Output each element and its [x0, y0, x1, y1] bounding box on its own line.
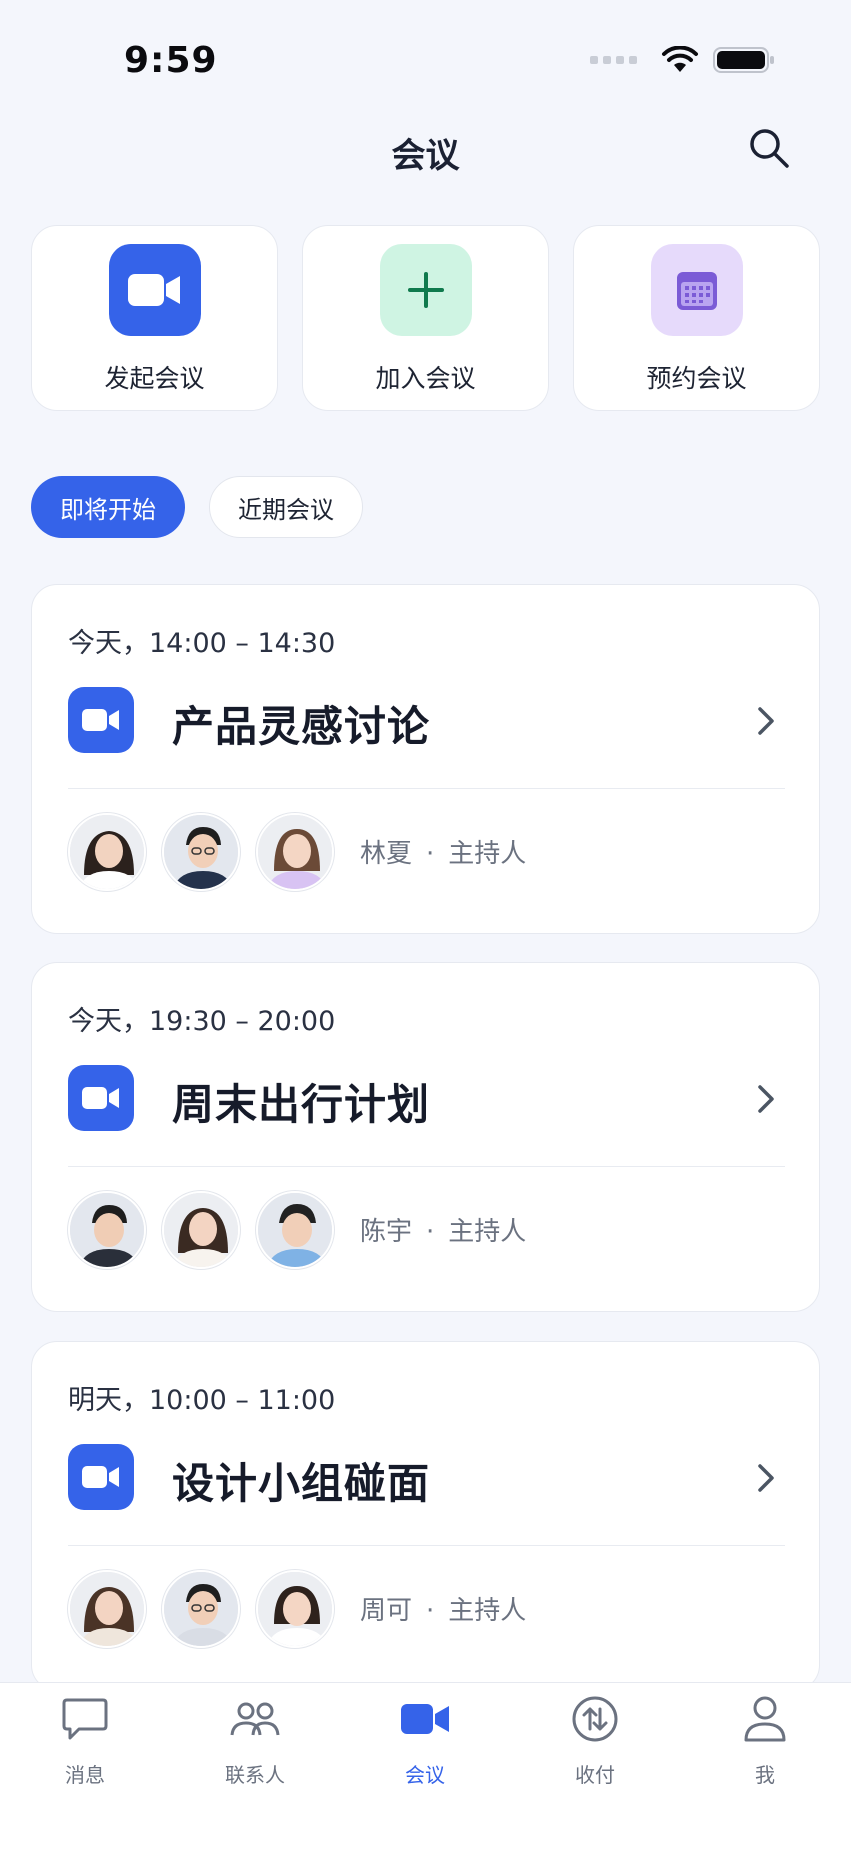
- meeting-host: 陈宇 · 主持人: [360, 1217, 527, 1247]
- host-name: 林夏: [360, 839, 413, 869]
- host-role: 主持人: [448, 1217, 527, 1247]
- search-icon: [750, 129, 789, 168]
- meeting-card[interactable]: 今天，14:00 – 14:30 产品灵感讨论 林夏 · 主持人: [31, 584, 820, 934]
- schedule-meeting-label: 预约会议: [646, 364, 747, 393]
- host-name: 周可: [360, 1596, 413, 1626]
- search-button[interactable]: [747, 126, 791, 170]
- avatar: [68, 1570, 146, 1648]
- join-meeting-label: 加入会议: [375, 364, 476, 393]
- meeting-title: 产品灵感讨论: [172, 702, 431, 751]
- meeting-title: 设计小组碰面: [172, 1459, 431, 1508]
- join-meeting-button[interactable]: 加入会议: [302, 225, 549, 411]
- tab-meetings[interactable]: 会议: [340, 1683, 510, 1803]
- header: 会议: [0, 120, 851, 186]
- meeting-title: 周末出行计划: [172, 1080, 431, 1129]
- bottom-tab-bar: 消息 联系人 会议 收付 我: [0, 1682, 851, 1849]
- transfer-icon: [569, 1693, 621, 1745]
- status-icons: [590, 46, 775, 74]
- avatar: [162, 1191, 240, 1269]
- divider: [68, 788, 785, 789]
- tab-label: 收付: [575, 1763, 615, 1787]
- avatar: [256, 1191, 334, 1269]
- quick-actions: 发起会议 加入会议 预约会议: [31, 225, 820, 411]
- battery-icon: [713, 47, 774, 73]
- meeting-host: 周可 · 主持人: [360, 1596, 527, 1626]
- divider: [68, 1545, 785, 1546]
- tab-upcoming[interactable]: 即将开始: [31, 476, 185, 538]
- tab-label: 联系人: [225, 1763, 285, 1787]
- page-title: 会议: [391, 136, 460, 176]
- tab-payments[interactable]: 收付: [510, 1683, 680, 1803]
- participant-avatars: [68, 1191, 334, 1269]
- schedule-meeting-button[interactable]: 预约会议: [573, 225, 820, 411]
- meeting-time: 今天，14:00 – 14:30: [68, 628, 336, 659]
- video-camera-icon: [68, 1065, 134, 1131]
- tab-label: 我: [755, 1763, 775, 1787]
- meeting-card[interactable]: 今天，19:30 – 20:00 周末出行计划 陈宇 · 主持人: [31, 962, 820, 1312]
- cellular-signal-icon: [590, 56, 637, 64]
- tab-recent[interactable]: 近期会议: [209, 476, 363, 538]
- participant-avatars: [68, 813, 334, 891]
- avatar: [162, 1570, 240, 1648]
- video-camera-icon: [68, 1444, 134, 1510]
- chat-bubble-icon: [59, 1693, 111, 1745]
- divider: [68, 1166, 785, 1167]
- avatar: [68, 1191, 146, 1269]
- avatar: [256, 813, 334, 891]
- tab-messages[interactable]: 消息: [0, 1683, 170, 1803]
- tab-me[interactable]: 我: [680, 1683, 850, 1803]
- meeting-host: 林夏 · 主持人: [360, 839, 527, 869]
- chevron-right-icon[interactable]: [751, 1079, 781, 1119]
- video-camera-icon: [399, 1693, 451, 1745]
- wifi-icon: [662, 46, 698, 72]
- host-role: 主持人: [448, 839, 527, 869]
- host-name: 陈宇: [360, 1217, 413, 1247]
- avatar: [68, 813, 146, 891]
- video-camera-icon: [108, 244, 201, 336]
- start-meeting-label: 发起会议: [104, 364, 205, 393]
- tab-contacts[interactable]: 联系人: [170, 1683, 340, 1803]
- contacts-icon: [229, 1693, 281, 1745]
- tab-label: 会议: [405, 1763, 445, 1787]
- person-icon: [739, 1693, 791, 1745]
- participant-avatars: [68, 1570, 334, 1648]
- tab-label: 消息: [65, 1763, 105, 1787]
- chevron-right-icon[interactable]: [751, 701, 781, 741]
- video-camera-icon: [68, 687, 134, 753]
- chevron-right-icon[interactable]: [751, 1458, 781, 1498]
- avatar: [256, 1570, 334, 1648]
- start-meeting-button[interactable]: 发起会议: [31, 225, 278, 411]
- meeting-card[interactable]: 明天，10:00 – 11:00 设计小组碰面 周可 · 主持人: [31, 1341, 820, 1691]
- avatar: [162, 813, 240, 891]
- status-bar: 9:59: [0, 0, 851, 120]
- meeting-time: 明天，10:00 – 11:00: [68, 1385, 336, 1416]
- calendar-icon: [650, 244, 743, 336]
- host-role: 主持人: [448, 1596, 527, 1626]
- meeting-filter-tabs: 即将开始 近期会议: [31, 476, 363, 538]
- plus-icon: [379, 244, 472, 336]
- status-time: 9:59: [124, 40, 218, 81]
- meeting-time: 今天，19:30 – 20:00: [68, 1006, 336, 1037]
